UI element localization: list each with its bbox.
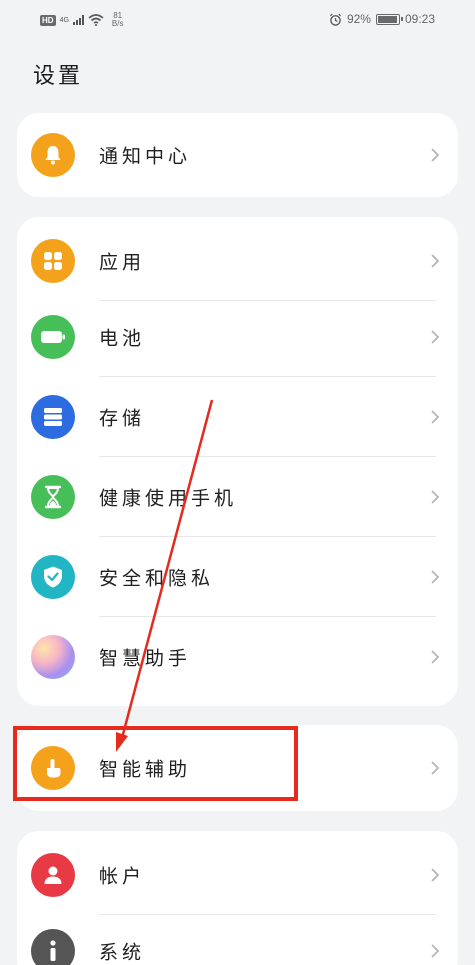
chevron-right-icon	[431, 148, 440, 162]
hourglass-icon	[31, 475, 75, 519]
annotation-highlight-box	[13, 726, 298, 801]
settings-item-label: 帐户	[99, 865, 146, 888]
chevron-right-icon	[431, 570, 440, 584]
chevron-right-icon	[431, 330, 440, 344]
speed-unit: B/s	[111, 19, 124, 28]
battery-icon	[31, 315, 75, 359]
settings-item-label: 系统	[99, 941, 146, 964]
settings-item-battery[interactable]: 电池	[17, 297, 458, 377]
chevron-right-icon	[431, 650, 440, 664]
chevron-right-icon	[431, 490, 440, 504]
settings-item-label: 健康使用手机	[99, 487, 238, 510]
status-right: 92% 09:23	[329, 12, 435, 26]
settings-item-label: 电池	[99, 327, 146, 350]
clock: 09:23	[404, 12, 435, 26]
settings-item-label: 安全和隐私	[99, 567, 215, 590]
settings-item-notification-center[interactable]: 通知中心	[17, 113, 458, 197]
settings-item-security-privacy[interactable]: 安全和隐私	[17, 537, 458, 617]
assistant-gradient-icon	[31, 635, 75, 679]
settings-group-device: 应用 电池 存储 健康使用手机 安全和隐私 智慧助手	[17, 217, 458, 706]
page-title: 设置	[33, 64, 84, 89]
settings-item-label: 智慧助手	[99, 647, 192, 670]
settings-item-label: 存储	[99, 407, 146, 430]
chevron-right-icon	[431, 254, 440, 268]
info-icon	[31, 929, 75, 965]
settings-group-account-system: 帐户 系统	[17, 831, 458, 965]
storage-icon	[31, 395, 75, 439]
settings-item-label: 通知中心	[99, 145, 192, 168]
apps-grid-icon	[31, 239, 75, 283]
status-bar: HD 4G 81 B/s 92% 09:23	[0, 0, 475, 40]
network-speed: 81 B/s	[112, 12, 124, 28]
battery-percent: 92%	[346, 12, 371, 26]
settings-item-account[interactable]: 帐户	[17, 835, 458, 915]
chevron-right-icon	[431, 944, 440, 958]
account-icon	[31, 853, 75, 897]
settings-group-notifications: 通知中心	[17, 113, 458, 197]
battery-icon	[375, 13, 403, 25]
signal-icon	[72, 15, 84, 25]
status-left: HD 4G 81 B/s	[40, 12, 123, 28]
settings-item-digital-balance[interactable]: 健康使用手机	[17, 457, 458, 537]
bell-icon	[31, 133, 75, 177]
hd-badge: HD	[40, 14, 56, 26]
shield-check-icon	[31, 555, 75, 599]
wifi-icon	[88, 14, 104, 26]
settings-item-storage[interactable]: 存储	[17, 377, 458, 457]
chevron-right-icon	[431, 410, 440, 424]
settings-item-system[interactable]: 系统	[17, 911, 458, 965]
settings-item-apps[interactable]: 应用	[17, 221, 458, 301]
alarm-icon	[329, 13, 341, 26]
network-type: 4G	[59, 16, 69, 24]
settings-item-smart-assistant[interactable]: 智慧助手	[17, 617, 458, 697]
chevron-right-icon	[431, 868, 440, 882]
chevron-right-icon	[431, 761, 440, 775]
settings-item-label: 应用	[99, 251, 146, 274]
